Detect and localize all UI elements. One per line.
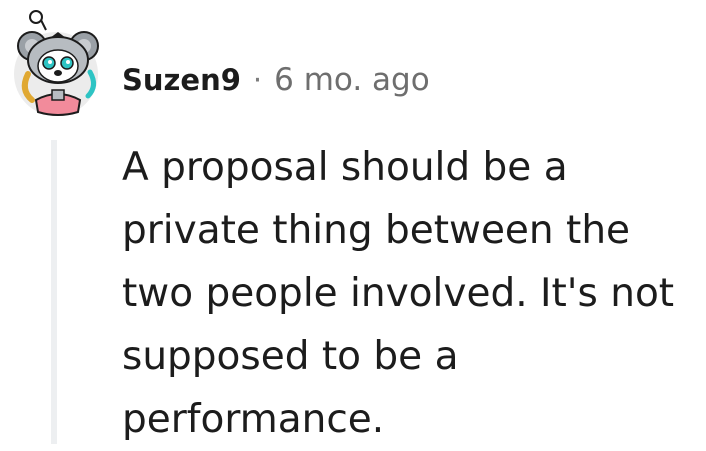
thread-line[interactable] [51, 140, 57, 444]
comment-timestamp[interactable]: 6 mo. ago [274, 62, 430, 98]
comment-meta: Suzen9 · 6 mo. ago [122, 58, 430, 102]
author-username[interactable]: Suzen9 [122, 63, 241, 97]
comment-body: A proposal should be a private thing bet… [122, 145, 675, 442]
user-avatar-icon[interactable] [10, 8, 102, 118]
meta-separator: · [252, 63, 263, 97]
